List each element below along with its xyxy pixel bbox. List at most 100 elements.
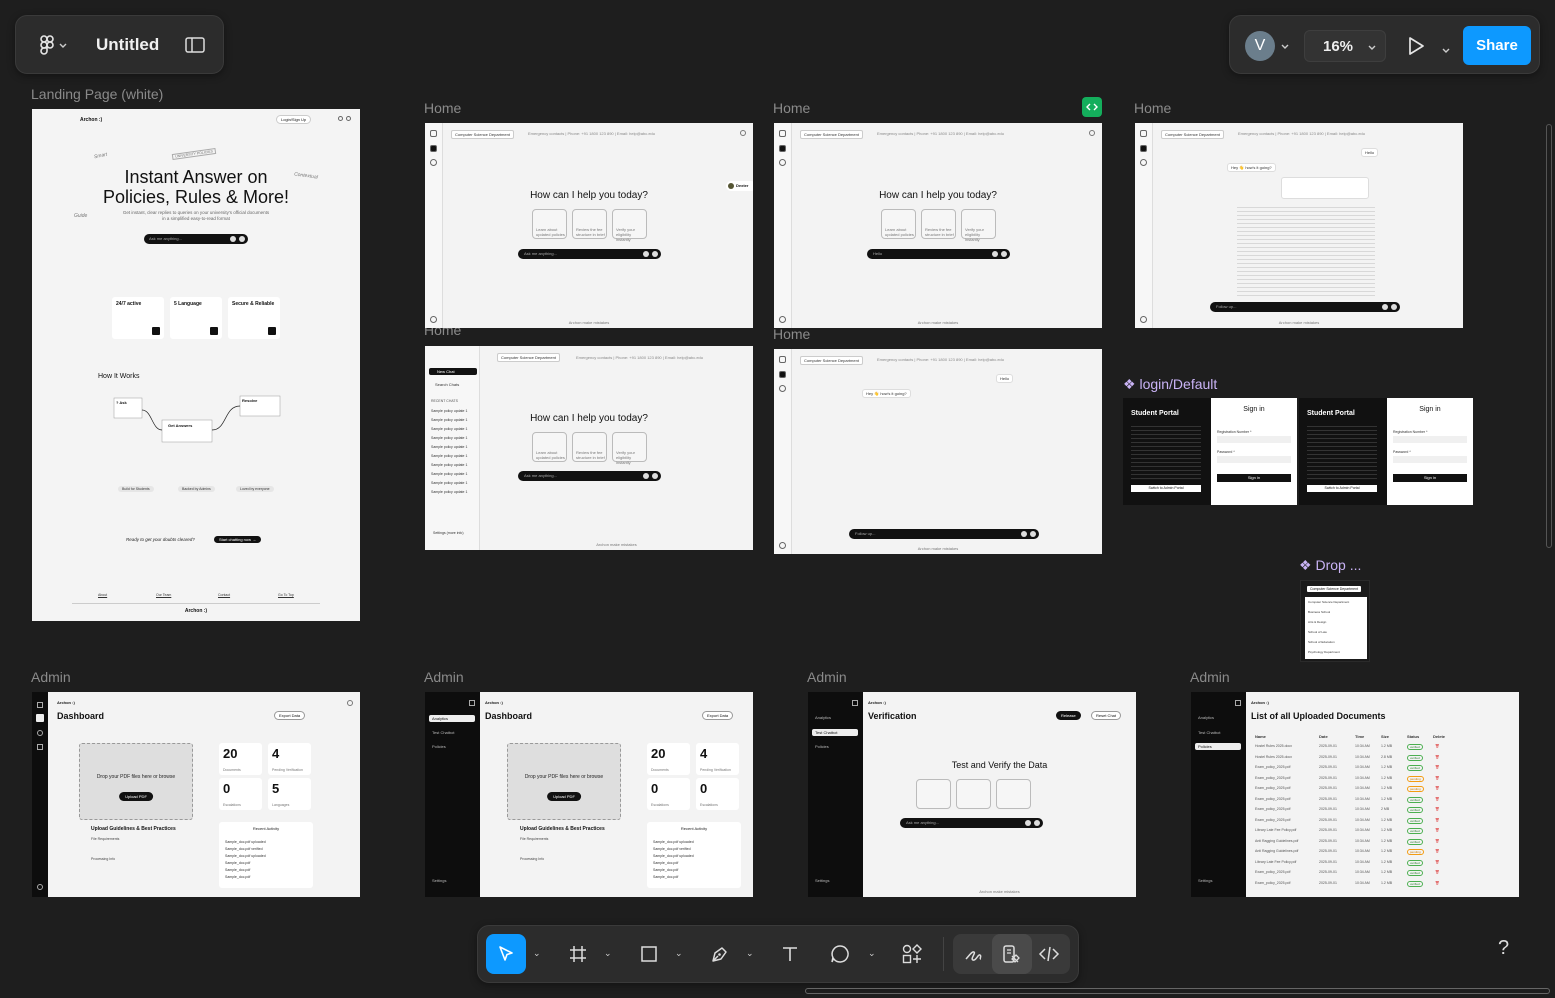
search-icon[interactable]: [779, 385, 786, 392]
dropdown-option[interactable]: Business School: [1308, 610, 1330, 614]
mic-icon[interactable]: [643, 251, 649, 257]
sidebar-toggle-icon[interactable]: [1140, 130, 1147, 137]
suggestion-card[interactable]: Review the fee structure in brief: [921, 209, 956, 239]
reg-input[interactable]: [1217, 436, 1291, 443]
frame-label-landing[interactable]: Landing Page (white): [31, 86, 163, 102]
nav-test-chatbot[interactable]: Test Chatbot: [429, 730, 454, 735]
start-chatting-button[interactable]: Start chatting now →: [214, 536, 262, 543]
footer-link[interactable]: Contact: [218, 593, 230, 597]
suggestion-card[interactable]: Verify your eligibility instantly: [612, 432, 647, 465]
chat-icon[interactable]: [37, 730, 43, 736]
horizontal-scrollbar[interactable]: [805, 988, 1550, 994]
landing-ask-input[interactable]: Ask me anything...: [144, 234, 248, 244]
sidebar-toggle-icon[interactable]: [430, 130, 437, 137]
frame-label-admin[interactable]: Admin: [31, 669, 71, 685]
frame-label-home[interactable]: Home: [1134, 100, 1171, 116]
frame-label-home[interactable]: Home: [773, 326, 810, 342]
landing-page-frame[interactable]: Archon :) Login/Sign Up Smart UNIVERSITY…: [32, 109, 360, 621]
move-tool-button[interactable]: [486, 934, 526, 974]
design-mode-button[interactable]: [992, 934, 1032, 974]
nav-policies[interactable]: Policies: [1195, 743, 1241, 750]
recent-chat-item[interactable]: Sample policy update 1: [431, 481, 467, 485]
nav-policies[interactable]: Policies: [429, 744, 446, 749]
suggestion-card[interactable]: [956, 779, 991, 809]
recent-chat-item[interactable]: Sample policy update 1: [431, 445, 467, 449]
send-icon[interactable]: [239, 236, 245, 242]
code-badge-icon[interactable]: [1082, 97, 1102, 117]
nav-analytics[interactable]: Analytics: [429, 715, 475, 722]
panel-toggle-icon[interactable]: [184, 36, 206, 54]
upload-pdf-button[interactable]: Upload PDF: [119, 792, 153, 801]
user-chip[interactable]: Dexter: [726, 181, 753, 191]
admin-documents-frame[interactable]: Analytics Test Chatbot Policies Settings…: [1191, 692, 1519, 897]
suggestion-card[interactable]: Verify your eligibility instantly: [612, 209, 647, 242]
export-data-button[interactable]: Export Data: [274, 711, 306, 720]
info-icon[interactable]: [740, 130, 746, 136]
chevron-down-icon[interactable]: ⌄: [746, 948, 754, 959]
delete-icon[interactable]: 🗑: [1435, 839, 1439, 843]
release-button[interactable]: Release: [1056, 711, 1081, 720]
search-icon[interactable]: [779, 159, 786, 166]
delete-icon[interactable]: 🗑: [1435, 797, 1439, 801]
mic-icon[interactable]: [1025, 820, 1031, 826]
nav-analytics[interactable]: Analytics: [1195, 715, 1214, 720]
theme-icon[interactable]: [338, 116, 343, 121]
nav-settings[interactable]: Settings: [1195, 878, 1212, 883]
frame-tool-button[interactable]: [558, 934, 598, 974]
component-label-login[interactable]: ❖ login/Default: [1123, 376, 1217, 393]
department-select[interactable]: Computer Science Department: [1161, 130, 1224, 139]
department-select[interactable]: Computer Science Department: [497, 353, 560, 362]
delete-icon[interactable]: 🗑: [1435, 818, 1439, 822]
text-tool-button[interactable]: [770, 934, 810, 974]
chat-input[interactable]: Follow up...: [849, 529, 1039, 539]
export-data-button[interactable]: Export Data: [702, 711, 734, 720]
chevron-down-icon[interactable]: [1441, 42, 1451, 60]
delete-icon[interactable]: 🗑: [1435, 786, 1439, 790]
password-input[interactable]: [1217, 456, 1291, 463]
department-select[interactable]: Computer Science Department: [451, 130, 514, 139]
suggestion-card[interactable]: Learn about updated policies: [881, 209, 916, 239]
dropdown-option[interactable]: Arts & Design: [1308, 620, 1326, 624]
pdf-dropzone[interactable]: Drop your PDF files here or browse Uploa…: [507, 743, 621, 820]
figma-logo-icon[interactable]: [34, 34, 74, 56]
delete-icon[interactable]: 🗑: [1435, 765, 1439, 769]
mic-icon[interactable]: [230, 236, 236, 242]
chat-input[interactable]: Hello: [867, 249, 1010, 259]
sidebar-toggle-icon[interactable]: [779, 130, 786, 137]
suggestion-card[interactable]: Verify your eligibility instantly: [961, 209, 996, 242]
delete-icon[interactable]: 🗑: [1435, 860, 1439, 864]
vertical-scrollbar[interactable]: [1546, 124, 1552, 548]
new-chat-icon[interactable]: [779, 371, 786, 378]
actions-tool-button[interactable]: [892, 934, 932, 974]
home-frame-conversation[interactable]: Computer Science Department Emergency co…: [1135, 123, 1463, 328]
recent-chat-item[interactable]: Sample policy update 1: [431, 436, 467, 440]
delete-icon[interactable]: 🗑: [1435, 828, 1439, 832]
dev-mode-button[interactable]: [1029, 934, 1069, 974]
dropdown-option[interactable]: Psychology Department: [1308, 650, 1340, 654]
frame-label-admin[interactable]: Admin: [424, 669, 464, 685]
delete-icon[interactable]: 🗑: [1435, 881, 1439, 885]
suggestion-card[interactable]: Review the fee structure in brief: [572, 432, 607, 462]
recent-chat-item[interactable]: Sample policy update 1: [431, 454, 467, 458]
admin-verification-frame[interactable]: Analytics Test Chatbot Policies Settings…: [808, 692, 1136, 897]
nav-test-chatbot[interactable]: Test Chatbot: [812, 729, 858, 736]
mic-icon[interactable]: [643, 473, 649, 479]
reg-input[interactable]: [1393, 436, 1467, 443]
switch-admin-button[interactable]: Switch to Admin Portal: [1131, 485, 1201, 492]
home-frame[interactable]: Computer Science Department Emergency co…: [425, 123, 753, 328]
sidebar-toggle-icon[interactable]: [779, 356, 786, 363]
share-button[interactable]: Share: [1463, 26, 1531, 65]
mic-icon[interactable]: [992, 251, 998, 257]
delete-icon[interactable]: 🗑: [1435, 755, 1439, 759]
info-icon[interactable]: [346, 116, 351, 121]
chevron-down-icon[interactable]: ⌄: [533, 948, 541, 959]
sidebar-toggle-icon[interactable]: [852, 700, 858, 706]
signin-button[interactable]: Sign in: [1393, 474, 1467, 482]
admin-dashboard-frame[interactable]: Analytics Test Chatbot Policies Settings…: [425, 692, 753, 897]
help-button[interactable]: ?: [1498, 937, 1509, 960]
sidebar-toggle-icon[interactable]: [469, 700, 475, 706]
send-icon[interactable]: [1030, 531, 1036, 537]
nav-settings[interactable]: Settings: [429, 878, 446, 883]
dropdown-option[interactable]: School of Law: [1308, 630, 1327, 634]
send-icon[interactable]: [652, 473, 658, 479]
